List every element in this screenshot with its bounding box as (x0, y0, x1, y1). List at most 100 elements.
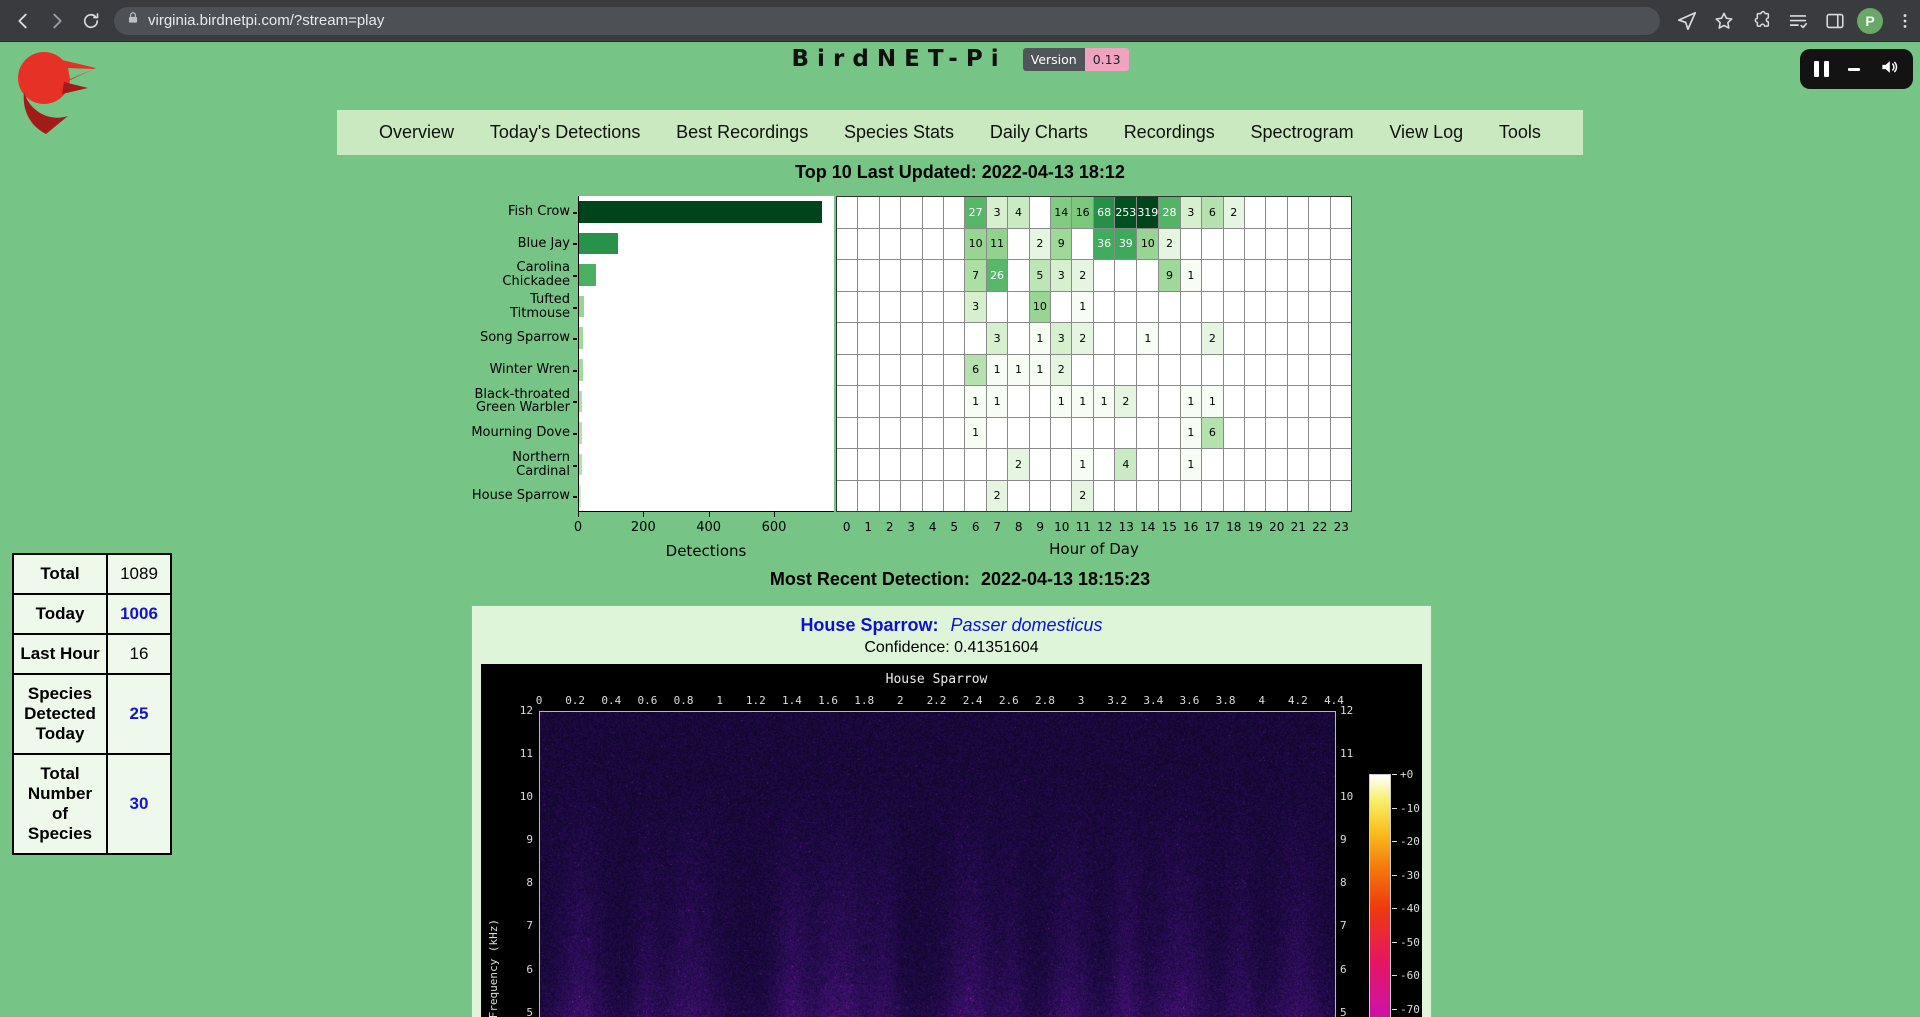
heatmap-cell (1137, 292, 1158, 323)
heatmap-cell: 1 (965, 418, 985, 449)
nav-item-tools[interactable]: Tools (1499, 122, 1541, 143)
heatmap-cell (923, 386, 943, 417)
heatmap-cell (944, 355, 964, 386)
spec-x-tick: 1.4 (774, 694, 810, 707)
heatmap-cell: 2 (987, 481, 1007, 512)
reload-button[interactable] (76, 6, 106, 36)
heatmap-cell (1309, 197, 1329, 228)
heatmap-cell (944, 292, 964, 323)
heatmap-cell (1331, 449, 1351, 480)
hour-label: 8 (1007, 520, 1031, 534)
heatmap-cell (1224, 229, 1244, 260)
volume-slider[interactable] (1848, 68, 1860, 71)
heatmap-cell (923, 323, 943, 354)
spec-x-tick: 4.2 (1280, 694, 1316, 707)
heatmap-cell (944, 323, 964, 354)
nav-item-daily-charts[interactable]: Daily Charts (990, 122, 1088, 143)
colorbar-tick-mark (1392, 875, 1397, 876)
detection-title: House Sparrow: Passer domesticus (472, 615, 1431, 636)
stats-value[interactable]: 25 (107, 674, 171, 754)
heatmap-cell (1030, 386, 1050, 417)
x-tick-mark (774, 512, 775, 517)
address-bar[interactable]: virginia.birdnetpi.com/?stream=play (114, 7, 1660, 35)
heatmap-cell (944, 260, 964, 291)
stats-value[interactable]: 30 (107, 754, 171, 854)
heatmap-cell (1202, 260, 1222, 291)
heatmap-cell: 1 (987, 386, 1007, 417)
heatmap-cell (837, 386, 857, 417)
spec-x-tick: 2.2 (919, 694, 955, 707)
heatmap-cell (1159, 355, 1179, 386)
heatmap-cell (880, 449, 900, 480)
heatmap-cell (1094, 292, 1114, 323)
nav-item-best-recordings[interactable]: Best Recordings (676, 122, 808, 143)
heatmap-cell: 9 (1051, 229, 1071, 260)
nav-item-recordings[interactable]: Recordings (1124, 122, 1215, 143)
nav-item-today-s-detections[interactable]: Today's Detections (490, 122, 641, 143)
stats-label: Total Number of Species (13, 754, 107, 854)
species-label: Northern Cardinal (471, 449, 570, 481)
species-label: Black-throated Green Warbler (471, 386, 570, 418)
stats-value[interactable]: 1006 (107, 594, 171, 634)
side-panel-icon[interactable] (1820, 6, 1850, 36)
heatmap-cell (1331, 260, 1351, 291)
reading-list-icon[interactable] (1783, 6, 1813, 36)
y-tick-mark (573, 243, 577, 245)
heatmap-cell (837, 292, 857, 323)
heatmap-cell (1224, 449, 1244, 480)
nav-item-overview[interactable]: Overview (379, 122, 454, 143)
nav-item-spectrogram[interactable]: Spectrogram (1251, 122, 1354, 143)
detection-bar (579, 296, 584, 318)
hour-label: 22 (1308, 520, 1332, 534)
spec-x-tick: 1.2 (738, 694, 774, 707)
heatmap-cell (1309, 418, 1329, 449)
heatmap-cell (1008, 229, 1028, 260)
audio-player[interactable] (1800, 49, 1913, 89)
heatmap-cell (880, 197, 900, 228)
spec-x-tick: 0.2 (557, 694, 593, 707)
heatmap-cell (837, 449, 857, 480)
profile-avatar[interactable]: P (1857, 8, 1883, 34)
lock-icon (126, 11, 140, 30)
detection-common-name[interactable]: House Sparrow: (800, 615, 938, 635)
hour-label: 20 (1265, 520, 1289, 534)
stats-row: Last Hour16 (13, 634, 171, 674)
spec-x-tick: 3 (1063, 694, 1099, 707)
heatmap-cell (1245, 260, 1265, 291)
heatmap-cell (965, 323, 985, 354)
heatmap-cell: 3 (1051, 323, 1071, 354)
send-icon[interactable] (1672, 6, 1702, 36)
back-button[interactable] (8, 6, 38, 36)
menu-icon[interactable] (1890, 6, 1920, 36)
heatmap-cell (901, 449, 921, 480)
extensions-icon[interactable] (1746, 6, 1776, 36)
heatmap-cell (1288, 260, 1308, 291)
heatmap-cell (880, 323, 900, 354)
heatmap-cell (1331, 355, 1351, 386)
heatmap-cell: 5 (1030, 260, 1050, 291)
heatmap-cell (858, 229, 878, 260)
detection-bar (579, 233, 618, 255)
nav-item-view-log[interactable]: View Log (1389, 122, 1463, 143)
heatmap-cell (923, 418, 943, 449)
spec-y-tick-left: 11 (507, 747, 533, 760)
detection-scientific-name[interactable]: Passer domesticus (950, 615, 1102, 635)
heatmap-cell (1008, 386, 1028, 417)
heatmap-cell (1288, 355, 1308, 386)
heatmap-cell (1159, 386, 1179, 417)
speaker-icon[interactable] (1879, 57, 1899, 82)
hour-label: 12 (1093, 520, 1117, 534)
forward-button[interactable] (42, 6, 72, 36)
hour-label: 10 (1050, 520, 1074, 534)
heatmap-cell (880, 292, 900, 323)
pause-icon[interactable] (1814, 61, 1829, 77)
x-tick-label: 600 (754, 520, 794, 535)
heatmap-cell (1137, 355, 1158, 386)
bookmark-star-icon[interactable] (1709, 6, 1739, 36)
spec-x-tick: 1.6 (810, 694, 846, 707)
heatmap-cell: 2 (1030, 229, 1050, 260)
heatmap-cell (901, 386, 921, 417)
colorbar (1369, 774, 1391, 1017)
spectrogram-panel: House Sparrow Frequency (kHz) 00.20.40.6… (481, 664, 1422, 1017)
nav-item-species-stats[interactable]: Species Stats (844, 122, 954, 143)
